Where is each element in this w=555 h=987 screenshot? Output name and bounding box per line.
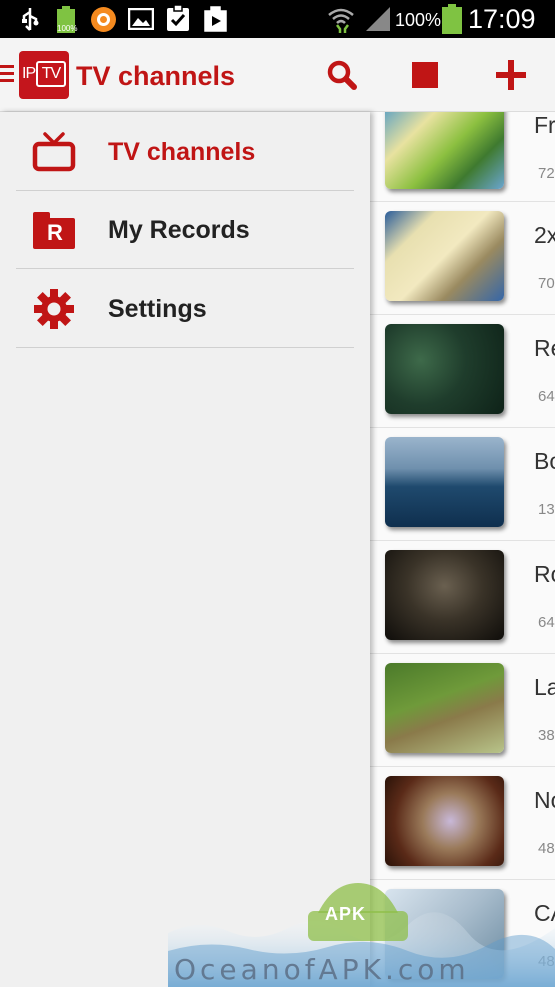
channel-thumbnail — [385, 437, 504, 527]
page-title: TV channels — [76, 61, 236, 91]
channel-thumbnail — [385, 211, 504, 301]
clipboard-check-icon — [167, 5, 189, 31]
gear-icon — [34, 289, 74, 329]
channel-name: Fr — [534, 112, 555, 138]
channel-thumbnail — [385, 550, 504, 640]
records-icon-letter: R — [47, 220, 63, 245]
channel-row[interactable]: No 48 — [370, 767, 555, 880]
menu-icon[interactable] — [0, 65, 14, 83]
clock: 17:09 — [468, 4, 536, 34]
watermark-text: OceanofAPK.com — [174, 953, 470, 986]
drawer-item-label: Settings — [108, 295, 207, 323]
drawer-item-label: My Records — [108, 216, 250, 244]
action-bar: IP TV TV channels — [0, 38, 555, 112]
image-icon — [128, 8, 154, 30]
stop-icon[interactable] — [405, 55, 445, 95]
channel-count: 72 — [538, 165, 555, 182]
drawer-item-settings[interactable]: Settings — [16, 270, 354, 348]
channel-name: Ro — [534, 561, 555, 587]
channel-thumbnail — [385, 663, 504, 753]
channel-name: La — [534, 674, 555, 700]
add-icon[interactable] — [491, 55, 531, 95]
app-notification-icon — [91, 7, 116, 32]
channel-thumbnail — [385, 776, 504, 866]
channel-count: 48 — [538, 840, 555, 857]
wifi-icon — [328, 8, 354, 33]
channel-name: 2x — [534, 222, 555, 248]
battery-percent: 100% — [395, 10, 442, 30]
drawer-item-tv-channels[interactable]: TV channels — [16, 113, 354, 191]
status-bar: 100% 100% 17:09 — [0, 0, 555, 38]
channel-count: 64 — [538, 614, 555, 631]
channel-thumbnail — [385, 112, 504, 189]
logo-tv-text: TV — [36, 61, 66, 87]
channel-row[interactable]: 2x 70 — [370, 202, 555, 315]
channel-count: 38 — [538, 727, 555, 744]
channel-name: Re — [534, 335, 555, 361]
small-battery-label: 100% — [57, 24, 78, 33]
channel-name: No — [534, 787, 555, 813]
search-icon[interactable] — [322, 55, 362, 95]
watermark-badge: APK — [325, 904, 367, 924]
drawer-item-label: TV channels — [108, 138, 256, 166]
channel-row[interactable]: Re 64 — [370, 315, 555, 428]
channel-row[interactable]: Bo 13 — [370, 428, 555, 541]
usb-icon — [22, 8, 39, 31]
channel-list[interactable]: Fr 72 2x 70 Re 64 Bo 13 Ro 64 La 38 No 4… — [370, 112, 555, 987]
channel-count: 13 — [538, 501, 555, 518]
tv-icon — [32, 132, 76, 172]
channel-thumbnail — [385, 324, 504, 414]
channel-count: 64 — [538, 388, 555, 405]
channel-row[interactable]: Ro 64 — [370, 541, 555, 654]
logo-ip-text: IP — [22, 65, 36, 82]
app-logo[interactable]: IP TV — [19, 51, 69, 99]
channel-name: Bo — [534, 448, 555, 474]
channel-row[interactable]: La 38 — [370, 654, 555, 767]
channel-count: 70 — [538, 275, 555, 292]
records-folder-icon: R — [32, 209, 76, 251]
channel-row[interactable]: Fr 72 — [370, 112, 555, 202]
drawer-item-my-records[interactable]: R My Records — [16, 191, 354, 269]
navigation-drawer: TV channels R My Records Settings — [0, 112, 370, 987]
play-store-icon — [204, 6, 227, 32]
battery-full-icon — [442, 4, 462, 34]
signal-icon — [366, 7, 390, 31]
